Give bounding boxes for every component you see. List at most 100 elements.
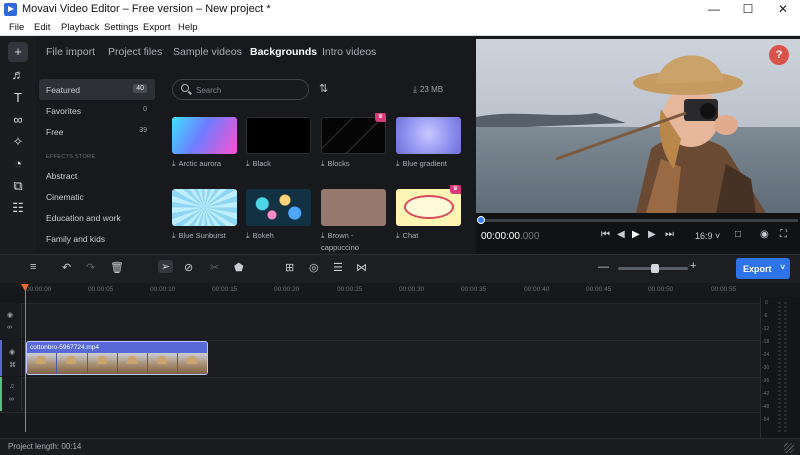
menu-file[interactable]: File [9,22,24,33]
ruler-tick: 00:00:00 [26,286,52,293]
thumb-bokeh[interactable] [246,189,311,226]
playhead[interactable] [25,285,26,432]
thumb-chat[interactable] [396,189,461,226]
category-favorites[interactable]: Favorites 0 [39,100,155,121]
zoom-in-icon[interactable]: + [690,260,696,272]
music-icon[interactable]: ♬ [8,65,28,85]
transition-icon[interactable]: ⋈ [356,261,367,274]
crop-icon[interactable]: ⊞ [285,261,294,274]
speed-icon[interactable]: ◎ [309,261,319,274]
track-empty[interactable] [0,412,760,438]
maximize-button[interactable]: ☐ [731,0,765,19]
tab-project-files[interactable]: Project files [108,46,162,58]
track-audio[interactable] [0,377,760,411]
fullscreen-icon[interactable]: ⛶ [780,229,787,240]
effects-store-heading: EFFECTS STORE [46,154,96,160]
eye-icon[interactable]: ◉ [9,348,15,356]
import-plus-icon[interactable]: + [8,42,28,62]
download-icon: ⤓ [396,159,400,168]
transitions-icon[interactable]: ∞ [8,110,28,130]
tab-backgrounds[interactable]: Backgrounds [250,46,317,58]
menu-export[interactable]: Export [143,22,170,33]
sticker-icon[interactable]: ◔ [8,154,28,174]
thumb-arctic-aurora[interactable] [172,117,237,154]
thumb-blue-sunburst[interactable] [172,189,237,226]
meter-label: -30 [762,365,770,371]
ruler-tick: 00:00:30 [399,286,425,293]
menu-playback[interactable]: Playback [61,22,100,33]
thumb-blue-gradient[interactable] [396,117,461,154]
status-bar: Project length: 00:14 [0,438,800,455]
download-all[interactable]: ⤓ 23 MB [413,84,443,95]
magic-wand-icon[interactable]: ✧ [8,132,28,152]
clip-frame [87,353,118,374]
store-category-education[interactable]: Education and work [39,207,155,228]
tab-sample-videos[interactable]: Sample videos [173,46,242,58]
link-icon[interactable]: ∞ [7,324,12,331]
help-button[interactable]: ? [769,45,789,65]
ruler-tick: 00:00:35 [461,286,487,293]
clip-frame [57,353,88,374]
text-icon[interactable]: T [8,88,28,108]
tab-file-import[interactable]: File import [46,46,95,58]
ruler-tick: 00:00:40 [524,286,550,293]
select-tool-icon[interactable]: ➢ [158,260,174,273]
scrubber-handle[interactable] [477,216,485,224]
thumb-brown-cappuccino[interactable] [321,189,386,226]
lock-icon[interactable]: ⌘ [9,361,16,369]
ruler-tick: 00:00:25 [337,286,363,293]
skip-to-start-icon[interactable]: ⏮ [601,229,610,240]
search-input[interactable]: Search [172,79,309,100]
category-featured[interactable]: Featured 40 [39,79,155,100]
snapshot-icon[interactable]: ◉ [760,229,769,240]
volume-icon[interactable]: □ [735,229,741,240]
delete-icon[interactable]: 🗑 [110,261,124,274]
meter-label: -18 [762,339,770,345]
step-back-icon[interactable]: ◀ [617,229,625,240]
step-forward-icon[interactable]: ▶ [648,229,656,240]
undo-icon[interactable]: ↶ [62,261,71,274]
close-button[interactable]: ✕ [766,0,800,19]
store-category-abstract[interactable]: Abstract [39,165,155,186]
add-track-icon[interactable]: ≡ [30,261,36,273]
download-icon: ⤓ [396,231,400,240]
thumb-label: ⤓ Blue Sunburst [172,231,226,240]
store-category-family[interactable]: Family and kids [39,228,155,249]
menu-settings[interactable]: Settings [104,22,138,33]
category-free[interactable]: Free 39 [39,121,155,142]
window-title: Movavi Video Editor – Free version – New… [22,3,271,15]
meter-label: -48 [762,404,770,410]
minimize-button[interactable]: — [697,0,731,19]
store-category-cinematic[interactable]: Cinematic [39,186,155,207]
speaker-icon[interactable]: ♫ [9,383,14,390]
track-text[interactable] [0,303,760,339]
more-tools-icon[interactable]: ☷ [8,198,28,218]
adjust-icon[interactable]: ☰ [333,261,343,274]
meter-label: -12 [762,326,770,332]
camera-icon[interactable]: ⧉ [8,176,28,196]
eye-icon[interactable]: ◉ [7,311,13,319]
aspect-ratio-select[interactable]: 16:9 ˅ [695,231,720,241]
split-scissors-icon[interactable]: ✂ [210,261,219,274]
menu-help[interactable]: Help [178,22,198,33]
tools-sidebar: + ♬ T ∞ ✧ ◔ ⧉ ☷ [0,36,36,254]
menu-edit[interactable]: Edit [34,22,50,33]
tab-intro-videos[interactable]: Intro videos [322,46,376,58]
zoom-slider-handle[interactable] [651,264,659,273]
export-button[interactable]: Export ˅ [736,258,790,279]
zoom-out-icon[interactable]: — [598,261,609,273]
link-icon[interactable]: ∞ [9,396,14,403]
play-icon[interactable]: ▶ [632,229,640,240]
download-icon: ⤓ [246,159,250,168]
skip-to-end-icon[interactable]: ⏭ [665,229,674,240]
clip-frame [148,353,179,374]
video-clip[interactable]: cottonbro-5967724.mp4 [26,341,208,375]
thumb-blocks[interactable] [321,117,386,154]
preview-scrubber[interactable] [478,219,798,222]
thumb-black[interactable] [246,117,311,154]
resize-grip-icon[interactable] [784,443,794,453]
redo-icon[interactable]: ↷ [86,261,95,274]
mask-icon[interactable]: ⬟ [234,261,244,274]
sort-icon[interactable]: ⇅ [319,82,328,95]
razor-off-icon[interactable]: ⊘ [184,261,193,274]
